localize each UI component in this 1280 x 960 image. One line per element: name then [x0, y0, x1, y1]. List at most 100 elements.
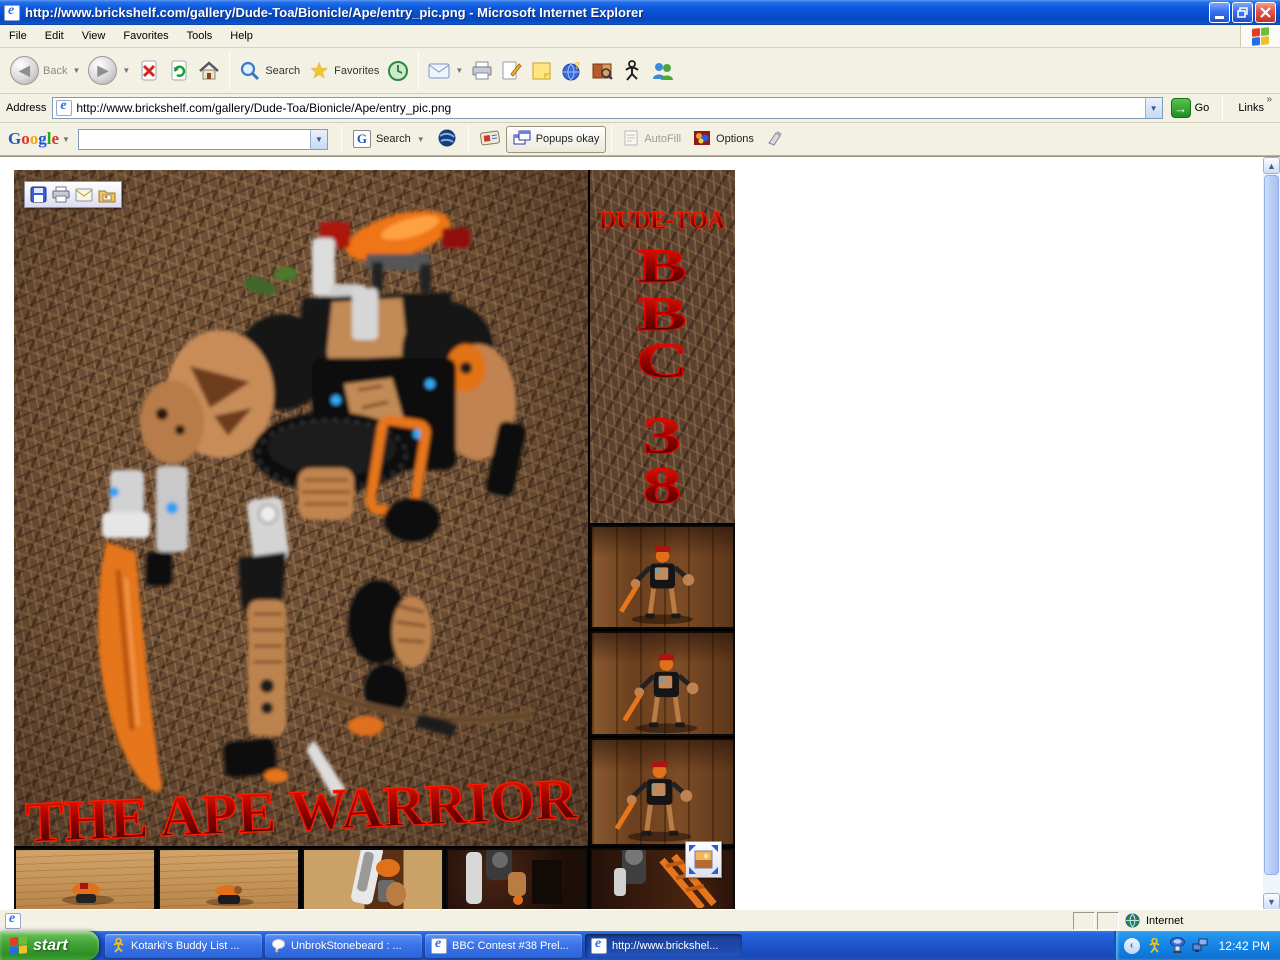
forward-dropdown-icon[interactable]: ▼	[122, 66, 130, 75]
app-tray-icon[interactable]	[1169, 937, 1186, 954]
print-button[interactable]	[467, 58, 497, 84]
address-bar: Address ▼ → Go Links »	[0, 94, 1280, 123]
scroll-up-button[interactable]: ▲	[1263, 157, 1280, 174]
menu-favorites[interactable]: Favorites	[114, 26, 177, 46]
toolbar-separator	[1222, 96, 1224, 120]
google-g-icon: G	[352, 130, 371, 148]
aim-toolbar-button[interactable]	[617, 58, 647, 84]
address-input[interactable]	[76, 99, 1145, 117]
google-search-input[interactable]	[78, 130, 310, 148]
status-pane-divider	[1073, 911, 1095, 930]
menu-tools[interactable]: Tools	[178, 26, 222, 46]
email-icon[interactable]	[75, 187, 93, 202]
taskbar: start Kotarki's Buddy List ... UnbrokSto…	[0, 931, 1280, 960]
chat-icon	[272, 939, 285, 953]
network-tray-icon[interactable]	[1192, 937, 1209, 954]
tray-clock[interactable]: 12:42 PM	[1219, 939, 1270, 953]
svg-text:?: ?	[574, 61, 580, 72]
search-button[interactable]: Search	[235, 58, 304, 84]
go-arrow-icon: →	[1170, 98, 1191, 118]
task-chat-window[interactable]: UnbrokStonebeard : ...	[265, 933, 422, 958]
menu-help[interactable]: Help	[221, 26, 262, 46]
print-icon	[471, 60, 493, 82]
google-earth-button[interactable]	[431, 125, 463, 154]
title-bar[interactable]: http://www.brickshelf.com/gallery/Dude-T…	[0, 0, 1280, 25]
contest-digit: 8	[643, 458, 682, 515]
restore-button[interactable]	[1232, 2, 1253, 23]
task-bbc-contest[interactable]: BBC Contest #38 Prel...	[425, 933, 582, 958]
back-dropdown-icon[interactable]: ▼	[72, 66, 80, 75]
menu-bar: File Edit View Favorites Tools Help	[0, 25, 1280, 48]
favorites-button[interactable]: ★ Favorites	[304, 58, 383, 84]
history-icon	[387, 60, 409, 82]
toolbar-separator	[467, 126, 469, 152]
windows-flag-icon	[1252, 26, 1269, 46]
research-button[interactable]	[587, 58, 617, 84]
thumbnail-bottom-3	[302, 848, 444, 910]
collage-right-column: DUDE-TOA B B C 3 8	[590, 170, 735, 846]
print-icon[interactable]	[52, 186, 70, 203]
save-icon[interactable]	[30, 186, 47, 203]
close-icon	[1260, 7, 1271, 18]
scrollbar-thumb[interactable]	[1264, 175, 1279, 875]
start-button[interactable]: start	[0, 931, 99, 960]
back-button[interactable]: ◀ Back ▼	[6, 54, 84, 87]
google-logo[interactable]: Google	[8, 129, 59, 149]
mail-icon	[428, 60, 450, 82]
my-pictures-folder-icon[interactable]	[98, 187, 116, 203]
google-logo-dropdown-icon[interactable]: ▼	[62, 135, 70, 144]
google-search-dropdown-caret-icon[interactable]: ▼	[417, 135, 425, 144]
mail-button[interactable]: ▼	[424, 58, 467, 84]
messenger-globe-button[interactable]: ?	[557, 58, 587, 84]
history-button[interactable]	[383, 58, 413, 84]
stop-icon	[138, 60, 160, 82]
task-brickshelf-active[interactable]: http://www.brickshel...	[585, 933, 742, 958]
task-label: http://www.brickshel...	[612, 939, 719, 952]
google-news-button[interactable]	[474, 126, 506, 153]
task-aim-buddy-list[interactable]: Kotarki's Buddy List ...	[105, 933, 262, 958]
vertical-scrollbar[interactable]: ▲ ▼	[1263, 157, 1280, 910]
menu-edit[interactable]: Edit	[36, 26, 73, 46]
msn-messenger-button[interactable]	[647, 58, 677, 84]
autofill-label: AutoFill	[644, 133, 682, 145]
discuss-button[interactable]	[527, 58, 557, 84]
image-resize-button[interactable]	[685, 841, 722, 878]
edit-button[interactable]	[497, 58, 527, 84]
scroll-down-button[interactable]: ▼	[1263, 893, 1280, 910]
favorites-star-icon: ★	[309, 57, 330, 83]
menu-view[interactable]: View	[73, 26, 115, 46]
task-label: BBC Contest #38 Prel...	[452, 939, 569, 952]
aim-tray-icon[interactable]	[1146, 937, 1163, 954]
ie-icon	[591, 936, 607, 954]
stop-button[interactable]	[134, 58, 164, 84]
popup-blocker-button[interactable]: Popups okay	[505, 125, 607, 153]
image-toolbar	[24, 181, 122, 208]
window-title: http://www.brickshelf.com/gallery/Dude-T…	[25, 5, 644, 20]
google-search-label: Search	[375, 133, 411, 145]
go-button[interactable]: → Go	[1170, 98, 1209, 118]
options-palette-icon	[693, 130, 711, 149]
autofill-button[interactable]: AutoFill	[617, 127, 687, 152]
refresh-button[interactable]	[164, 58, 194, 84]
minimize-button[interactable]	[1209, 2, 1230, 23]
google-search-dropdown-icon[interactable]: ▼	[309, 129, 327, 149]
mail-dropdown-icon[interactable]: ▼	[455, 66, 463, 75]
close-button[interactable]	[1255, 2, 1276, 23]
options-button[interactable]: Options	[687, 127, 760, 152]
google-search-box[interactable]: ▼	[77, 128, 328, 150]
address-field[interactable]: ▼	[52, 97, 1163, 119]
forward-button[interactable]: ▶ ▼	[84, 54, 134, 87]
hide-icons-chevron[interactable]: ‹	[1123, 937, 1140, 954]
home-icon	[198, 60, 220, 82]
home-button[interactable]	[194, 58, 224, 84]
task-label: UnbrokStonebeard : ...	[291, 939, 402, 952]
highlight-button[interactable]	[760, 127, 790, 152]
menu-file[interactable]: File	[0, 26, 36, 46]
links-toolbar[interactable]: Links »	[1228, 94, 1274, 122]
start-windows-flag-icon	[10, 936, 27, 955]
google-search-button[interactable]: G Search ▼	[347, 127, 431, 151]
options-label: Options	[716, 133, 754, 145]
address-dropdown-icon[interactable]: ▼	[1144, 98, 1162, 118]
toolbar-overflow-chevron-icon[interactable]: »	[1266, 94, 1272, 105]
start-label: start	[33, 936, 68, 954]
